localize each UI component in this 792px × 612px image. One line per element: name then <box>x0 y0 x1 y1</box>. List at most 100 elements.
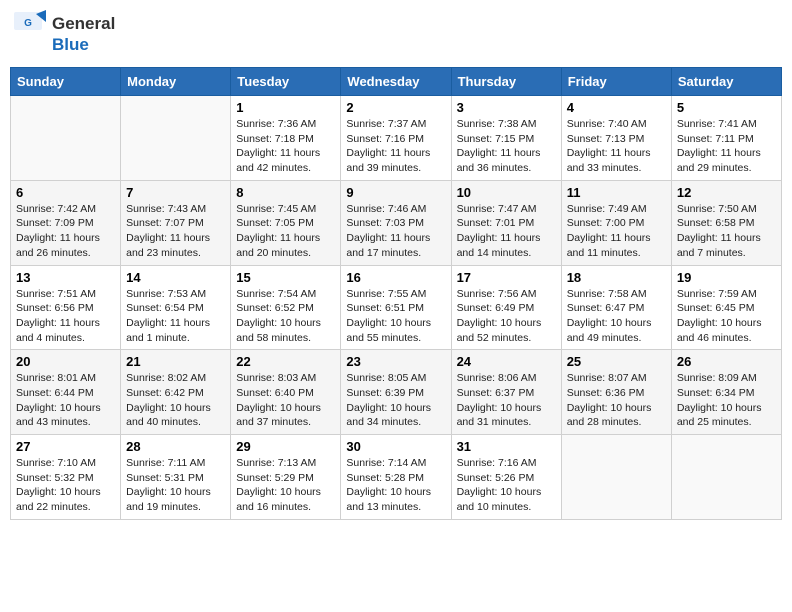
day-info: Sunrise: 7:46 AMSunset: 7:03 PMDaylight:… <box>346 202 445 261</box>
day-info: Sunrise: 7:43 AMSunset: 7:07 PMDaylight:… <box>126 202 225 261</box>
calendar-cell: 19Sunrise: 7:59 AMSunset: 6:45 PMDayligh… <box>671 265 781 350</box>
calendar-cell: 6Sunrise: 7:42 AMSunset: 7:09 PMDaylight… <box>11 180 121 265</box>
day-info: Sunrise: 7:13 AMSunset: 5:29 PMDaylight:… <box>236 456 335 515</box>
day-info: Sunrise: 7:40 AMSunset: 7:13 PMDaylight:… <box>567 117 666 176</box>
calendar-cell: 25Sunrise: 8:07 AMSunset: 6:36 PMDayligh… <box>561 350 671 435</box>
logo: G General Blue <box>14 10 115 59</box>
day-number: 16 <box>346 270 445 285</box>
day-of-week-header: Friday <box>561 68 671 96</box>
day-number: 22 <box>236 354 335 369</box>
header-row: SundayMondayTuesdayWednesdayThursdayFrid… <box>11 68 782 96</box>
day-number: 30 <box>346 439 445 454</box>
calendar-cell: 4 Sunrise: 7:40 AMSunset: 7:13 PMDaylight… <box>561 96 671 181</box>
calendar-cell: 18Sunrise: 7:58 AMSunset: 6:47 PMDayligh… <box>561 265 671 350</box>
day-number: 29 <box>236 439 335 454</box>
day-info: Sunrise: 7:42 AMSunset: 7:09 PMDaylight:… <box>16 202 115 261</box>
day-number: 4 <box>567 100 666 115</box>
day-info: Sunrise: 7:16 AMSunset: 5:26 PMDaylight:… <box>457 456 556 515</box>
calendar-cell: 2Sunrise: 7:37 AMSunset: 7:16 PMDaylight… <box>341 96 451 181</box>
calendar-cell <box>121 96 231 181</box>
calendar-week-row: 20 Sunrise: 8:01 AMSunset: 6:44 PMDayligh… <box>11 350 782 435</box>
day-info: Sunrise: 7:11 AMSunset: 5:31 PMDaylight:… <box>126 456 225 515</box>
day-number: 17 <box>457 270 556 285</box>
calendar-cell: 10 Sunrise: 7:47 AMSunset: 7:01 PMDayligh… <box>451 180 561 265</box>
calendar-cell: 3 Sunrise: 7:38 AMSunset: 7:15 PMDaylight… <box>451 96 561 181</box>
day-info: Sunrise: 7:14 AMSunset: 5:28 PMDaylight:… <box>346 456 445 515</box>
day-info: Sunrise: 7:38 AMSunset: 7:15 PMDaylight:… <box>457 117 556 176</box>
day-number: 27 <box>16 439 115 454</box>
calendar-cell: 28Sunrise: 7:11 AMSunset: 5:31 PMDayligh… <box>121 435 231 520</box>
day-number: 12 <box>677 185 776 200</box>
calendar-cell: 5Sunrise: 7:41 AMSunset: 7:11 PMDaylight… <box>671 96 781 181</box>
day-number: 24 <box>457 354 556 369</box>
calendar-week-row: 27 Sunrise: 7:10 AMSunset: 5:32 PMDayligh… <box>11 435 782 520</box>
calendar-cell: 22 Sunrise: 8:03 AMSunset: 6:40 PMDayligh… <box>231 350 341 435</box>
day-of-week-header: Wednesday <box>341 68 451 96</box>
svg-text:G: G <box>24 18 32 29</box>
logo-blue-text: Blue <box>52 35 115 55</box>
calendar-cell: 7 Sunrise: 7:43 AMSunset: 7:07 PMDaylight… <box>121 180 231 265</box>
calendar-cell: 12 Sunrise: 7:50 AMSunset: 6:58 PMDayligh… <box>671 180 781 265</box>
calendar-cell: 30 Sunrise: 7:14 AMSunset: 5:28 PMDayligh… <box>341 435 451 520</box>
calendar-cell <box>671 435 781 520</box>
day-of-week-header: Tuesday <box>231 68 341 96</box>
calendar-week-row: 13Sunrise: 7:51 AMSunset: 6:56 PMDayligh… <box>11 265 782 350</box>
calendar-week-row: 1Sunrise: 7:36 AMSunset: 7:18 PMDaylight… <box>11 96 782 181</box>
day-info: Sunrise: 7:45 AMSunset: 7:05 PMDaylight:… <box>236 202 335 261</box>
day-number: 26 <box>677 354 776 369</box>
calendar-cell: 21 Sunrise: 8:02 AMSunset: 6:42 PMDayligh… <box>121 350 231 435</box>
calendar-cell: 26 Sunrise: 8:09 AMSunset: 6:34 PMDayligh… <box>671 350 781 435</box>
logo-svg-container: G <box>14 10 46 59</box>
day-number: 20 <box>16 354 115 369</box>
day-info: Sunrise: 8:02 AMSunset: 6:42 PMDaylight:… <box>126 371 225 430</box>
day-number: 21 <box>126 354 225 369</box>
calendar-cell: 11 Sunrise: 7:49 AMSunset: 7:00 PMDayligh… <box>561 180 671 265</box>
day-info: Sunrise: 7:10 AMSunset: 5:32 PMDaylight:… <box>16 456 115 515</box>
calendar-cell: 15Sunrise: 7:54 AMSunset: 6:52 PMDayligh… <box>231 265 341 350</box>
calendar-cell: 27 Sunrise: 7:10 AMSunset: 5:32 PMDayligh… <box>11 435 121 520</box>
calendar-cell: 14Sunrise: 7:53 AMSunset: 6:54 PMDayligh… <box>121 265 231 350</box>
day-info: Sunrise: 7:59 AMSunset: 6:45 PMDaylight:… <box>677 287 776 346</box>
calendar-week-row: 6Sunrise: 7:42 AMSunset: 7:09 PMDaylight… <box>11 180 782 265</box>
day-info: Sunrise: 7:37 AMSunset: 7:16 PMDaylight:… <box>346 117 445 176</box>
page-header: G General Blue <box>10 10 782 59</box>
day-number: 8 <box>236 185 335 200</box>
day-number: 3 <box>457 100 556 115</box>
day-of-week-header: Monday <box>121 68 231 96</box>
day-info: Sunrise: 8:01 AMSunset: 6:44 PMDaylight:… <box>16 371 115 430</box>
calendar-cell: 1Sunrise: 7:36 AMSunset: 7:18 PMDaylight… <box>231 96 341 181</box>
day-number: 10 <box>457 185 556 200</box>
day-info: Sunrise: 7:47 AMSunset: 7:01 PMDaylight:… <box>457 202 556 261</box>
day-number: 11 <box>567 185 666 200</box>
day-number: 1 <box>236 100 335 115</box>
calendar-cell <box>561 435 671 520</box>
calendar-cell <box>11 96 121 181</box>
calendar-cell: 13Sunrise: 7:51 AMSunset: 6:56 PMDayligh… <box>11 265 121 350</box>
day-info: Sunrise: 7:55 AMSunset: 6:51 PMDaylight:… <box>346 287 445 346</box>
day-number: 9 <box>346 185 445 200</box>
day-info: Sunrise: 8:09 AMSunset: 6:34 PMDaylight:… <box>677 371 776 430</box>
day-info: Sunrise: 7:50 AMSunset: 6:58 PMDaylight:… <box>677 202 776 261</box>
day-info: Sunrise: 8:03 AMSunset: 6:40 PMDaylight:… <box>236 371 335 430</box>
day-number: 18 <box>567 270 666 285</box>
day-info: Sunrise: 8:06 AMSunset: 6:37 PMDaylight:… <box>457 371 556 430</box>
calendar-cell: 24 Sunrise: 8:06 AMSunset: 6:37 PMDayligh… <box>451 350 561 435</box>
day-of-week-header: Sunday <box>11 68 121 96</box>
day-info: Sunrise: 7:56 AMSunset: 6:49 PMDaylight:… <box>457 287 556 346</box>
day-number: 7 <box>126 185 225 200</box>
logo-general-text: General <box>52 14 115 34</box>
day-info: Sunrise: 8:05 AMSunset: 6:39 PMDaylight:… <box>346 371 445 430</box>
calendar-cell: 17 Sunrise: 7:56 AMSunset: 6:49 PMDayligh… <box>451 265 561 350</box>
day-of-week-header: Saturday <box>671 68 781 96</box>
calendar-cell: 9 Sunrise: 7:46 AMSunset: 7:03 PMDaylight… <box>341 180 451 265</box>
day-info: Sunrise: 7:49 AMSunset: 7:00 PMDaylight:… <box>567 202 666 261</box>
calendar-table: SundayMondayTuesdayWednesdayThursdayFrid… <box>10 67 782 520</box>
calendar-cell: 8 Sunrise: 7:45 AMSunset: 7:05 PMDaylight… <box>231 180 341 265</box>
day-number: 15 <box>236 270 335 285</box>
calendar-cell: 16 Sunrise: 7:55 AMSunset: 6:51 PMDayligh… <box>341 265 451 350</box>
day-number: 25 <box>567 354 666 369</box>
day-of-week-header: Thursday <box>451 68 561 96</box>
calendar-cell: 23Sunrise: 8:05 AMSunset: 6:39 PMDayligh… <box>341 350 451 435</box>
day-info: Sunrise: 7:41 AMSunset: 7:11 PMDaylight:… <box>677 117 776 176</box>
calendar-cell: 31Sunrise: 7:16 AMSunset: 5:26 PMDayligh… <box>451 435 561 520</box>
